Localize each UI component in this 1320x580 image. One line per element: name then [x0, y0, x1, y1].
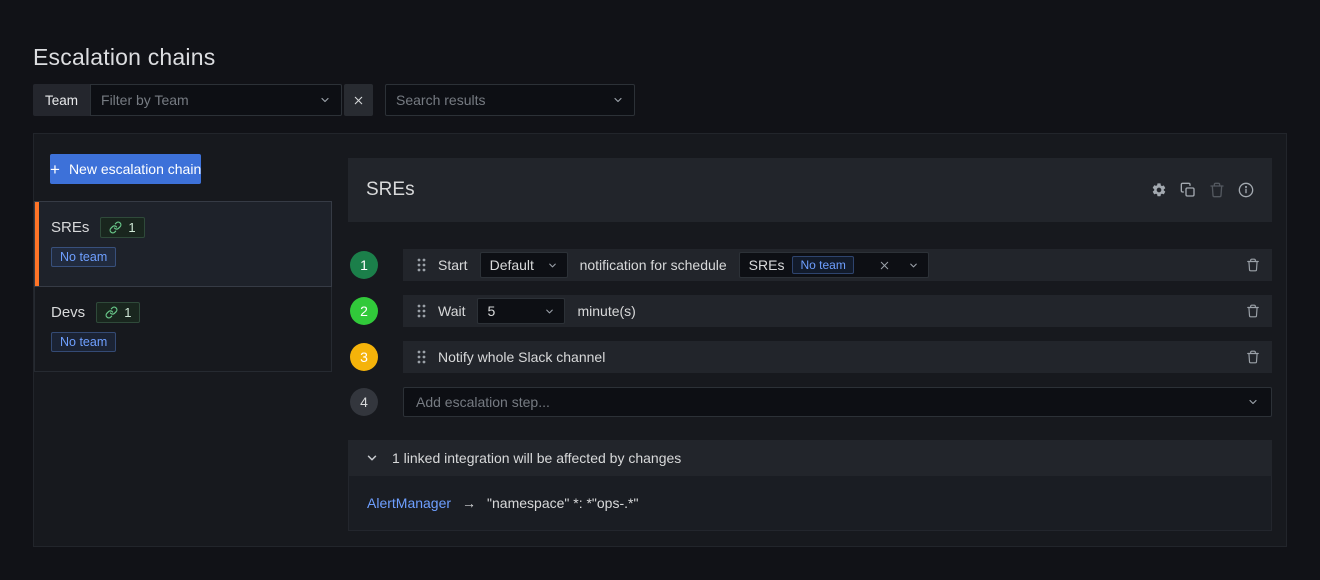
- chains-sidebar: + New escalation chain SREs 1 No team De…: [34, 134, 332, 546]
- add-escalation-step-select[interactable]: Add escalation step...: [403, 387, 1272, 417]
- wait-duration-select[interactable]: 5: [477, 298, 565, 324]
- add-step-placeholder: Add escalation step...: [416, 394, 550, 410]
- drag-handle-icon[interactable]: [417, 350, 426, 364]
- copy-icon[interactable]: [1180, 182, 1196, 198]
- route-expression: "namespace" *: *"ops-.*": [487, 495, 638, 511]
- step-label: minute(s): [577, 303, 635, 319]
- selected-indicator-bar: [35, 202, 39, 286]
- step-number-badge: 4: [350, 388, 378, 416]
- chevron-down-icon: [1247, 396, 1259, 408]
- chain-detail: SREs 1: [348, 158, 1272, 531]
- escalation-chains-panel: + New escalation chain SREs 1 No team De…: [33, 133, 1287, 547]
- delete-trash-icon[interactable]: [1209, 182, 1225, 198]
- clear-team-filter-button[interactable]: [344, 84, 373, 116]
- settings-gear-icon[interactable]: [1151, 182, 1167, 198]
- team-filter-select[interactable]: Filter by Team: [90, 84, 342, 116]
- filter-bar: Team Filter by Team Search results: [33, 84, 635, 116]
- team-filter-placeholder: Filter by Team: [101, 92, 189, 108]
- new-escalation-chain-button[interactable]: + New escalation chain: [50, 154, 201, 184]
- linked-integrations-section: 1 linked integration will be affected by…: [348, 440, 1272, 531]
- escalation-step-add: 4 Add escalation step...: [348, 387, 1272, 417]
- chain-name: SREs: [51, 219, 89, 236]
- team-badge: No team: [51, 247, 116, 267]
- linked-integrations-toggle[interactable]: 1 linked integration will be affected by…: [348, 440, 1272, 476]
- chain-list: SREs 1 No team Devs 1 No team: [34, 201, 332, 372]
- linked-integrations-badge: 1: [100, 217, 144, 238]
- escalation-step-3: 3 Notify whole Slack channel: [348, 341, 1272, 373]
- wait-value: 5: [487, 303, 495, 319]
- escalation-step-1: 1 Start Default notification for schedul…: [348, 249, 1272, 281]
- delete-step-trash-icon[interactable]: [1244, 256, 1262, 274]
- step-row-box: Start Default notification for schedule …: [403, 249, 1272, 281]
- plus-icon: +: [50, 161, 60, 178]
- schedule-select[interactable]: SREs No team: [739, 252, 929, 278]
- step-label: notification for schedule: [580, 257, 727, 273]
- policy-value: Default: [490, 257, 534, 273]
- drag-handle-icon[interactable]: [417, 258, 426, 272]
- team-filter-label: Team: [33, 84, 90, 116]
- link-icon: [105, 306, 118, 319]
- notification-policy-select[interactable]: Default: [480, 252, 568, 278]
- chain-item-devs[interactable]: Devs 1 No team: [34, 286, 332, 372]
- team-badge: No team: [51, 332, 116, 352]
- linked-integrations-summary: 1 linked integration will be affected by…: [392, 450, 681, 466]
- link-icon: [109, 221, 122, 234]
- delete-step-trash-icon[interactable]: [1244, 302, 1262, 320]
- chain-item-sres[interactable]: SREs 1 No team: [34, 201, 332, 287]
- chevron-down-icon: [612, 94, 624, 106]
- step-label: Wait: [438, 303, 465, 319]
- search-results-placeholder: Search results: [396, 92, 485, 108]
- info-icon[interactable]: [1238, 182, 1254, 198]
- clear-schedule-icon[interactable]: [879, 260, 890, 271]
- new-escalation-chain-label: New escalation chain: [69, 161, 201, 177]
- chain-detail-header: SREs: [348, 158, 1272, 222]
- step-row-box: Wait 5 minute(s): [403, 295, 1272, 327]
- schedule-team-badge: No team: [792, 256, 853, 274]
- linked-count: 1: [128, 220, 135, 235]
- chevron-down-icon: [544, 306, 555, 317]
- drag-handle-icon[interactable]: [417, 304, 426, 318]
- arrow-right-icon: →: [462, 495, 476, 511]
- linked-integrations-badge: 1: [96, 302, 140, 323]
- integration-link[interactable]: AlertManager: [367, 495, 451, 511]
- chevron-down-icon: [365, 451, 379, 465]
- step-label: Notify whole Slack channel: [438, 349, 605, 365]
- step-number-badge: 3: [350, 343, 378, 371]
- linked-integration-row: AlertManager → "namespace" *: *"ops-.*": [348, 476, 1272, 531]
- delete-step-trash-icon[interactable]: [1244, 348, 1262, 366]
- step-row-box: Notify whole Slack channel: [403, 341, 1272, 373]
- search-results-select[interactable]: Search results: [385, 84, 635, 116]
- step-number-badge: 1: [350, 251, 378, 279]
- escalation-steps: 1 Start Default notification for schedul…: [348, 249, 1272, 417]
- chevron-down-icon: [547, 260, 558, 271]
- page-title: Escalation chains: [33, 44, 215, 71]
- chevron-down-icon: [319, 94, 331, 106]
- chain-detail-title: SREs: [366, 179, 415, 201]
- step-label: Start: [438, 257, 468, 273]
- linked-count: 1: [124, 305, 131, 320]
- escalation-step-2: 2 Wait 5 minute(s): [348, 295, 1272, 327]
- chevron-down-icon: [898, 260, 919, 271]
- schedule-value: SREs: [749, 257, 785, 273]
- chain-name: Devs: [51, 304, 85, 321]
- close-icon: [353, 95, 364, 106]
- step-number-badge: 2: [350, 297, 378, 325]
